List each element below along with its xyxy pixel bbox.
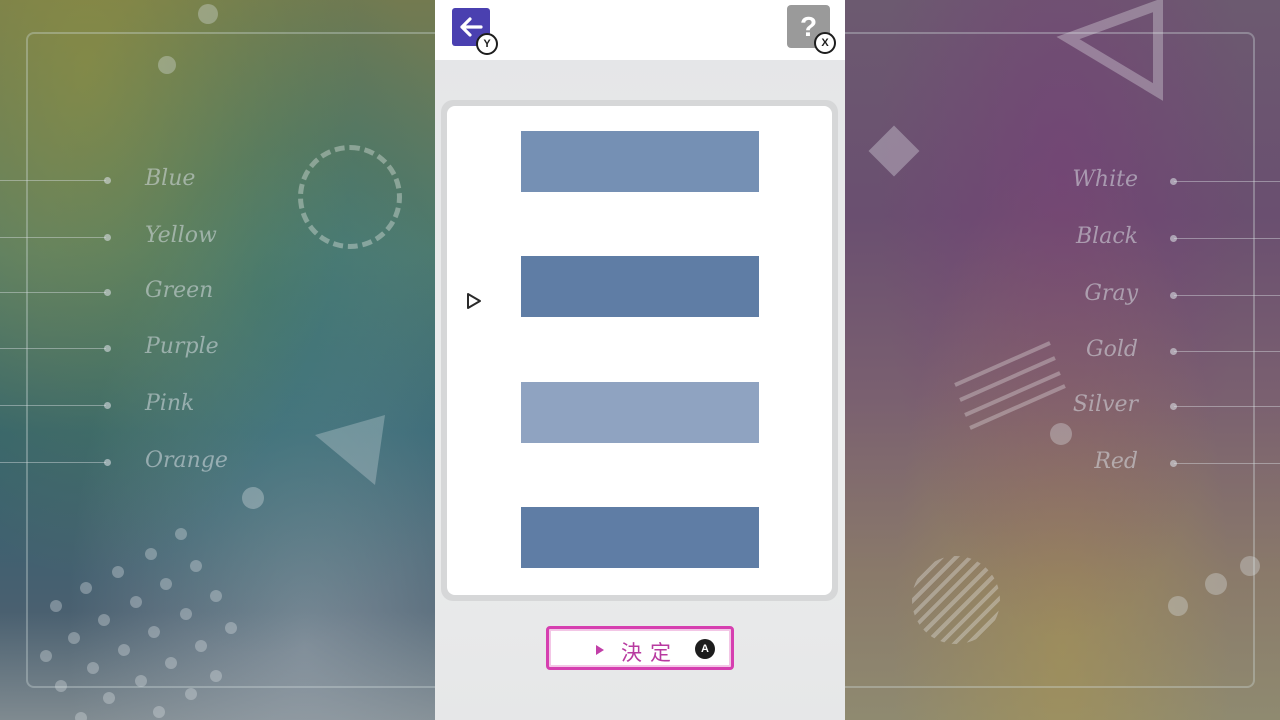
leader-line [0,292,106,293]
decor-dot [210,670,222,682]
arrow-left-icon [460,17,483,37]
selection-panel: Y ? X 決定 A [435,0,845,720]
x-button-hint: X [814,32,836,54]
play-arrow-icon [596,645,604,655]
decor-dot [195,640,207,652]
y-button-hint: Y [476,33,498,55]
color-label-gray: Gray [1084,281,1138,306]
decor-dot [185,688,197,700]
decor-dot [103,692,115,704]
confirm-button[interactable]: 決定 A [546,626,734,670]
leader-line [1174,406,1280,407]
decor-dot [98,614,110,626]
color-label-silver: Silver [1072,392,1138,417]
decor-dot [1205,573,1227,595]
decor-dot [242,487,264,509]
color-label-red: Red [1094,449,1138,474]
decor-dot [80,582,92,594]
swatch-card [441,100,838,601]
decor-dot [1168,596,1188,616]
decor-dot [153,706,165,718]
decor-dot [87,662,99,674]
leader-dot [104,402,111,409]
decor-dot [118,644,130,656]
decor-dot [148,626,160,638]
decor-dot [225,622,237,634]
leader-line [0,405,106,406]
decor-dot [190,560,202,572]
selection-cursor-icon [467,293,481,309]
leader-line [1174,351,1280,352]
confirm-label: 決定 [621,641,679,665]
decor-dot [175,528,187,540]
color-label-pink: Pink [145,391,195,416]
decor-dot [1050,423,1072,445]
decor-dot [112,566,124,578]
decor-dot [210,590,222,602]
decor-dot [1240,556,1260,576]
a-button-hint: A [695,639,715,659]
color-swatch[interactable] [521,382,759,443]
decor-dot [55,680,67,692]
leader-line [1174,295,1280,296]
color-label-orange: Orange [145,448,228,473]
decor-dot [198,4,218,24]
decor-dot [145,548,157,560]
leader-dot [104,234,111,241]
color-swatch[interactable] [521,507,759,568]
decor-lines [954,341,1066,430]
color-label-blue: Blue [145,166,196,191]
leader-line [1174,463,1280,464]
color-swatch[interactable] [521,256,759,317]
leader-dot [104,177,111,184]
decor-dot [40,650,52,662]
decor-dot [75,712,87,720]
color-label-black: Black [1076,224,1138,249]
decor-dot [50,600,62,612]
leader-line [0,462,106,463]
color-label-yellow: Yellow [145,223,217,248]
color-swatch[interactable] [521,131,759,192]
top-bar: Y ? X [435,0,845,60]
decor-dot [135,675,147,687]
decor-dot [165,657,177,669]
decor-triangle-left [315,415,385,485]
color-label-white: White [1072,167,1138,192]
decor-dot [158,56,176,74]
color-label-green: Green [145,278,214,303]
leader-line [1174,238,1280,239]
decor-triangle-outline [1056,0,1163,101]
decor-dot [68,632,80,644]
color-label-purple: Purple [145,334,219,359]
swatch-list [447,106,832,595]
leader-dot [104,459,111,466]
leader-line [0,180,106,181]
decor-dot [130,596,142,608]
leader-line [0,237,106,238]
decor-dot [160,578,172,590]
leader-dot [104,289,111,296]
leader-line [0,348,106,349]
leader-dot [104,345,111,352]
color-label-gold: Gold [1086,337,1138,362]
decor-dot [180,608,192,620]
leader-line [1174,181,1280,182]
